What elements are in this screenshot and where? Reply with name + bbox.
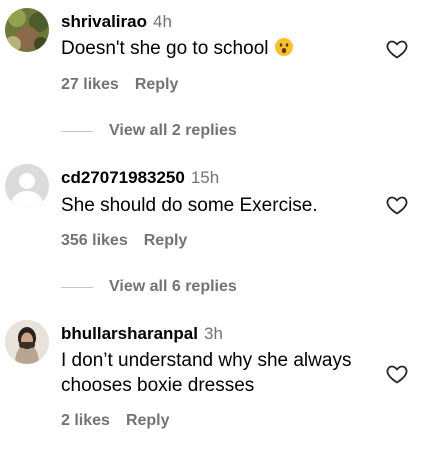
view-replies[interactable]: View all 2 replies: [61, 121, 237, 141]
timestamp: 4h: [153, 12, 172, 31]
divider-line: [61, 286, 93, 288]
comment-meta: 2 likes Reply: [61, 412, 170, 430]
like-heart-icon[interactable]: [385, 362, 409, 386]
reply-button[interactable]: Reply: [144, 232, 188, 249]
comment-body: I don’t understand why she always choose…: [61, 350, 352, 396]
astonished-face-emoji: [274, 37, 294, 64]
like-heart-icon[interactable]: [385, 193, 409, 217]
view-replies[interactable]: View all 6 replies: [61, 277, 237, 297]
username[interactable]: bhullarsharanpal 3h: [61, 324, 223, 344]
username-text[interactable]: shrivalirao: [61, 12, 147, 31]
like-count[interactable]: 27 likes: [61, 76, 119, 93]
comment-body: She should do some Exercise.: [61, 195, 318, 216]
username-text[interactable]: cd27071983250: [61, 168, 185, 187]
divider-line: [61, 130, 93, 132]
username[interactable]: cd27071983250 15h: [61, 168, 219, 188]
comment-text: She should do some Exercise.: [61, 193, 371, 218]
avatar[interactable]: [5, 8, 49, 52]
view-replies-label[interactable]: View all 6 replies: [109, 278, 237, 296]
comment-body: Doesn't she go to school: [61, 38, 269, 59]
reply-button[interactable]: Reply: [126, 412, 170, 429]
default-avatar-icon[interactable]: [5, 164, 49, 208]
timestamp: 3h: [203, 324, 223, 343]
comment-meta: 27 likes Reply: [61, 76, 178, 94]
comment-text: Doesn't she go to school: [61, 36, 371, 64]
like-heart-icon[interactable]: [385, 37, 409, 61]
reply-button[interactable]: Reply: [135, 76, 179, 93]
username[interactable]: shrivalirao 4h: [61, 12, 172, 32]
like-count[interactable]: 356 likes: [61, 232, 128, 249]
avatar[interactable]: [5, 320, 49, 364]
timestamp: 15h: [190, 168, 220, 187]
like-count[interactable]: 2 likes: [61, 412, 110, 429]
comment-meta: 356 likes Reply: [61, 232, 187, 250]
username-text[interactable]: bhullarsharanpal: [61, 324, 198, 343]
comment-text: I don’t understand why she always choose…: [61, 348, 371, 398]
view-replies-label[interactable]: View all 2 replies: [109, 122, 237, 140]
